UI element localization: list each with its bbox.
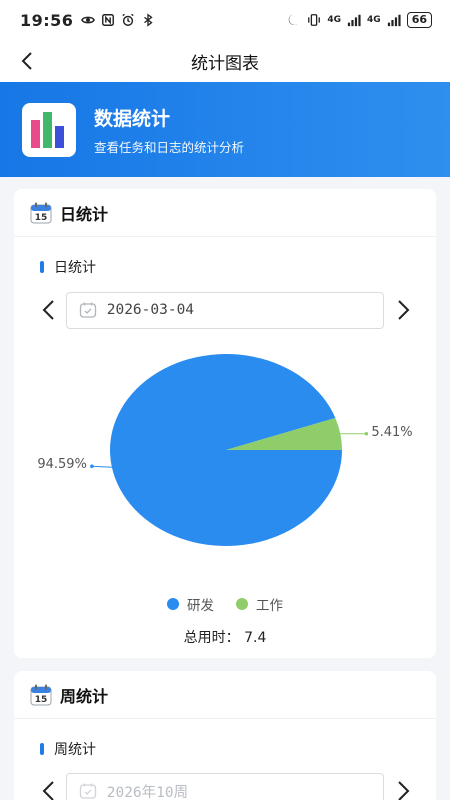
section-label-text: 日统计 bbox=[54, 260, 96, 276]
section-marker bbox=[40, 743, 44, 755]
date-selector: 2026-03-04 bbox=[36, 291, 416, 329]
page-title: 统计图表 bbox=[191, 53, 259, 74]
chevron-right-icon bbox=[398, 781, 410, 800]
calendar-icon: 15 bbox=[30, 202, 52, 223]
calendar-day-number: 15 bbox=[35, 695, 48, 705]
card-header: 15 周统计 bbox=[14, 671, 436, 719]
legend-dot bbox=[236, 598, 248, 610]
legend-item-研发[interactable]: 研发 bbox=[167, 594, 214, 614]
total-value: 7.4 bbox=[244, 630, 267, 646]
nfc-icon bbox=[102, 14, 115, 26]
vibrate-icon bbox=[308, 14, 321, 26]
chevron-right-icon bbox=[398, 300, 410, 320]
alarm-icon bbox=[122, 13, 135, 26]
card-title: 周统计 bbox=[60, 686, 109, 706]
week-input[interactable]: 2026年10周 bbox=[65, 772, 385, 800]
legend-item-工作[interactable]: 工作 bbox=[236, 594, 283, 614]
section-label: 日统计 bbox=[40, 257, 96, 277]
status-left-icons bbox=[81, 13, 155, 27]
chevron-left-icon bbox=[42, 300, 54, 320]
battery-indicator: 66 bbox=[406, 12, 432, 28]
status-time: 19:56 bbox=[20, 10, 74, 30]
calendar-outline-icon bbox=[79, 302, 96, 318]
date-value: 2026-03-04 bbox=[106, 302, 195, 318]
week-stats-card: 15 周统计 周统计 2026年10周 bbox=[14, 671, 436, 800]
legend-label: 工作 bbox=[256, 598, 283, 614]
app-bar: 统计图表 bbox=[0, 40, 450, 82]
card-title: 日统计 bbox=[60, 204, 109, 224]
week-selector: 2026年10周 bbox=[36, 772, 416, 800]
signal-label-1: 4G bbox=[327, 15, 342, 25]
legend-label: 研发 bbox=[187, 598, 214, 614]
prev-day-button[interactable] bbox=[36, 291, 60, 329]
calendar-outline-icon bbox=[79, 783, 96, 799]
eye-icon bbox=[81, 16, 96, 24]
week-value: 2026年10周 bbox=[106, 784, 189, 800]
bluetooth-icon bbox=[144, 13, 154, 27]
leader-line bbox=[91, 465, 112, 468]
chart-legend: 研发 工作 bbox=[14, 594, 436, 614]
day-stats-card: 15 日统计 日统计 2026-03-04 94.59% 5.41% 研发 工作 bbox=[14, 189, 436, 658]
legend-dot bbox=[167, 598, 179, 610]
header-banner: 数据统计 查看任务和日志的统计分析 bbox=[0, 82, 450, 177]
prev-week-button[interactable] bbox=[36, 772, 60, 800]
next-week-button[interactable] bbox=[392, 772, 416, 800]
signal-icon-2 bbox=[387, 14, 401, 27]
section-label: 周统计 bbox=[40, 739, 96, 759]
back-button[interactable] bbox=[14, 48, 40, 74]
status-bar: 19:56 4G 4G 66 bbox=[0, 0, 450, 40]
leader-dot bbox=[90, 464, 94, 469]
calendar-icon: 15 bbox=[30, 684, 52, 705]
banner-texts: 数据统计 查看任务和日志的统计分析 bbox=[94, 104, 244, 156]
banner-subtitle: 查看任务和日志的统计分析 bbox=[94, 139, 245, 155]
pie-label-工作: 5.41% bbox=[371, 424, 413, 440]
leader-dot bbox=[364, 431, 369, 436]
chevron-left-icon bbox=[42, 781, 54, 800]
calendar-day-number: 15 bbox=[35, 213, 48, 223]
pie-label-研发: 94.59% bbox=[37, 457, 87, 473]
card-header: 15 日统计 bbox=[14, 189, 436, 237]
banner-title: 数据统计 bbox=[94, 107, 171, 130]
total-label: 总用时： bbox=[183, 630, 240, 646]
status-right: 4G 4G 66 bbox=[287, 12, 432, 28]
total-time: 总用时： 7.4 bbox=[14, 627, 436, 647]
chevron-left-icon bbox=[21, 52, 32, 70]
moon-icon bbox=[289, 14, 299, 25]
section-marker bbox=[40, 261, 44, 273]
bar-chart-icon bbox=[22, 102, 76, 157]
section-label-text: 周统计 bbox=[54, 742, 96, 758]
next-day-button[interactable] bbox=[392, 291, 416, 329]
signal-icon bbox=[347, 14, 361, 27]
signal-label-2: 4G bbox=[367, 15, 381, 25]
date-input[interactable]: 2026-03-04 bbox=[65, 291, 385, 329]
pie-chart: 94.59% 5.41% bbox=[14, 354, 436, 559]
